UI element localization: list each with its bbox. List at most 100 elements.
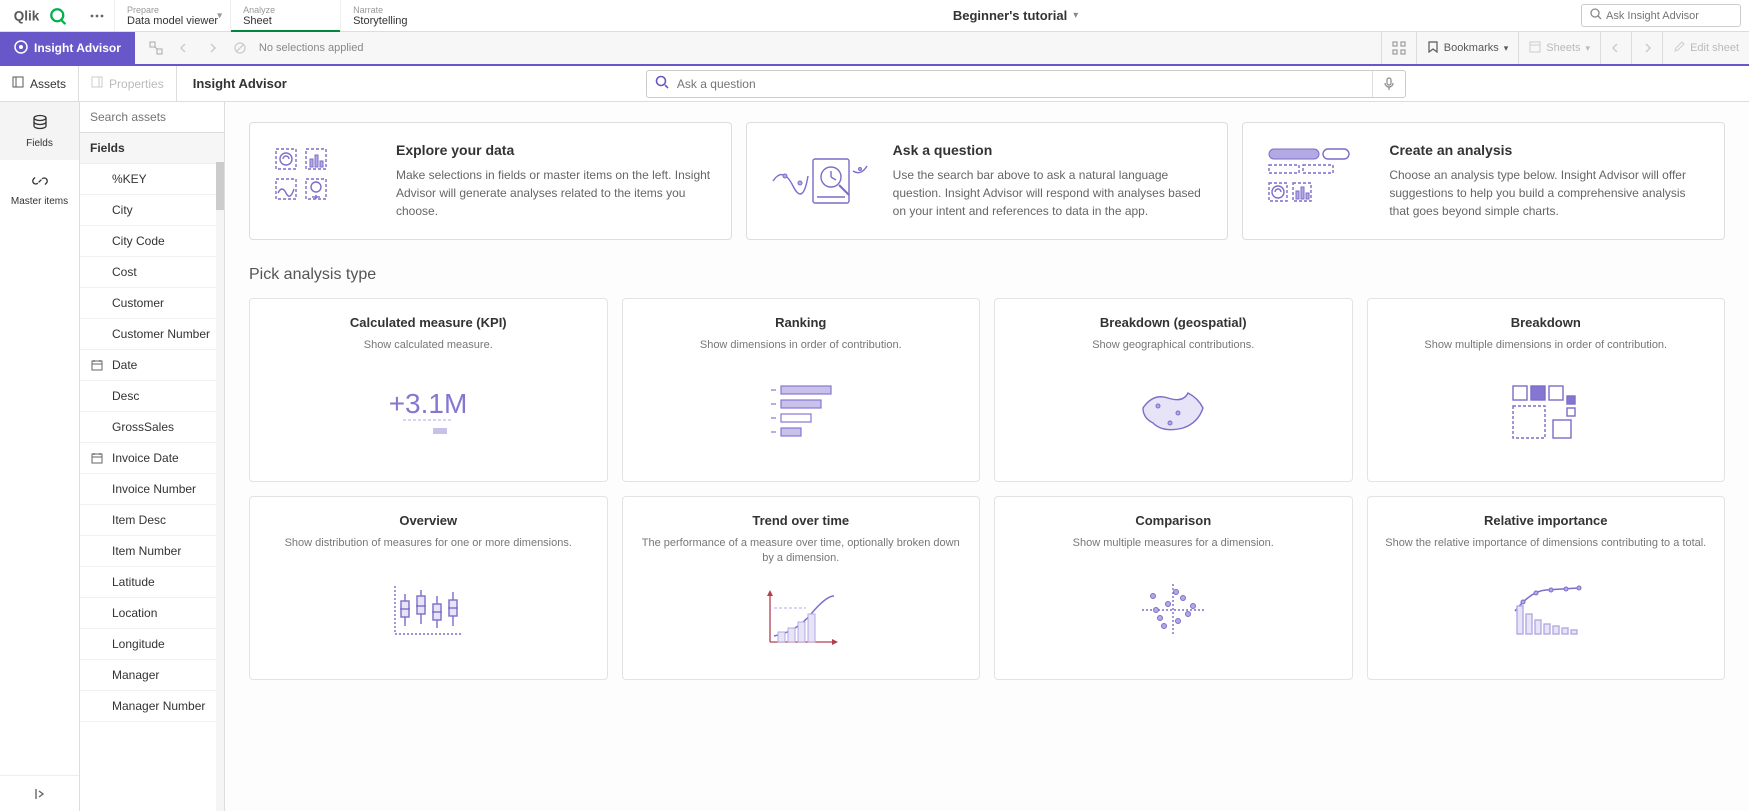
field-item[interactable]: City Code [80,226,224,257]
tab-sub: Narrate [353,5,438,15]
intro-desc: Use the search bar above to ask a natura… [893,166,1210,220]
field-label: Invoice Date [112,451,179,465]
link-icon [31,172,49,193]
rail-label: Fields [26,138,53,149]
field-label: City Code [112,234,165,248]
field-item[interactable]: Item Number [80,536,224,567]
intro-card[interactable]: Create an analysis Choose an analysis typ… [1242,122,1725,240]
tab-analyze[interactable]: Analyze Sheet [230,0,340,31]
analysis-title: Breakdown (geospatial) [1011,315,1336,330]
scrollbar-thumb[interactable] [216,162,224,210]
analysis-title: Comparison [1011,513,1336,528]
rail-label: Master items [11,196,68,207]
analysis-card[interactable]: Calculated measure (KPI) Show calculated … [249,298,608,482]
analysis-illustration [266,559,591,663]
more-icon[interactable] [80,0,114,31]
analysis-title: Breakdown [1384,315,1709,330]
next-sheet-button[interactable] [1631,32,1662,64]
field-item[interactable]: Customer Number [80,319,224,350]
field-item[interactable]: Desc [80,381,224,412]
field-label: Location [112,606,157,620]
search-icon [647,75,677,92]
step-back-icon[interactable] [171,35,197,61]
field-item[interactable]: Location [80,598,224,629]
field-item[interactable]: Invoice Date [80,443,224,474]
analysis-title: Overview [266,513,591,528]
analysis-card[interactable]: Relative importanceShow the relative imp… [1367,496,1726,680]
field-item[interactable]: Item Desc [80,505,224,536]
analysis-card[interactable]: Trend over timeThe performance of a meas… [622,496,981,680]
tab-sub: Analyze [243,5,328,15]
rail-master-items[interactable]: Master items [0,160,79,218]
field-item[interactable]: GrossSales [80,412,224,443]
pick-analysis-title: Pick analysis type [249,266,1725,284]
field-item[interactable]: Manager [80,660,224,691]
field-label: Latitude [112,575,155,589]
analysis-illustration [1384,559,1709,663]
assets-toggle[interactable]: Assets [0,66,79,101]
smart-search-icon[interactable] [143,35,169,61]
sheets-dropdown[interactable]: Sheets ▾ [1518,32,1600,64]
search-icon [1590,8,1602,23]
field-item[interactable]: Longitude [80,629,224,660]
insight-advisor-button[interactable]: Insight Advisor [0,32,135,64]
analysis-desc: Show multiple measures for a dimension. [1011,536,1336,551]
prev-sheet-button[interactable] [1600,32,1631,64]
analysis-card[interactable]: Comparison Show multiple measures for a d… [994,496,1353,680]
chevron-down-icon[interactable]: ▾ [217,10,222,21]
scrollbar-track [216,162,224,811]
sheets-label: Sheets [1546,42,1580,54]
intro-title: Create an analysis [1389,142,1706,158]
intro-illustration [268,141,378,221]
ask-advisor-field[interactable] [1606,10,1732,22]
ask-advisor-input[interactable] [1581,4,1741,27]
field-item[interactable]: City [80,195,224,226]
bookmarks-dropdown[interactable]: Bookmarks ▾ [1416,32,1519,64]
chevron-down-icon: ▾ [1586,43,1591,54]
chevron-down-icon: ▾ [1504,43,1509,54]
field-item[interactable]: Date [80,350,224,381]
analysis-desc: Show calculated measure. [266,338,591,353]
field-item[interactable]: Invoice Number [80,474,224,505]
pencil-icon [1673,41,1685,56]
app-title-dropdown[interactable]: Beginner's tutorial ▾ [450,0,1581,31]
tab-prepare[interactable]: Prepare Data model viewer ▾ [114,0,230,31]
edit-sheet-label: Edit sheet [1690,42,1739,54]
qlik-logo[interactable]: Qlik [0,0,80,31]
rail-fields[interactable]: Fields [0,102,79,160]
field-item[interactable]: Cost [80,257,224,288]
field-item[interactable]: Customer [80,288,224,319]
field-item[interactable]: Manager Number [80,691,224,722]
step-forward-icon[interactable] [199,35,225,61]
field-label: City [112,203,133,217]
assets-search-input[interactable] [80,102,224,132]
intro-desc: Choose an analysis type below. Insight A… [1389,166,1706,220]
intro-card[interactable]: Ask a questionUse the search bar above t… [746,122,1229,240]
analysis-card[interactable]: RankingShow dimensions in order of contr… [622,298,981,482]
field-label: Item Desc [112,513,166,527]
field-item[interactable]: %KEY [80,164,224,195]
analysis-title: Calculated measure (KPI) [266,315,591,330]
analysis-card[interactable]: OverviewShow distribution of measures fo… [249,496,608,680]
tab-sub: Prepare [127,5,218,15]
analysis-illustration [1011,361,1336,465]
intro-card[interactable]: Explore your dataMake selections in fiel… [249,122,732,240]
collapse-rail-icon[interactable] [0,775,79,811]
question-input[interactable] [677,77,1372,91]
calendar-icon [90,359,104,371]
field-label: Invoice Number [112,482,196,496]
edit-sheet-button[interactable]: Edit sheet [1662,32,1749,64]
intro-illustration [1261,141,1371,221]
analysis-card[interactable]: BreakdownShow multiple dimensions in ord… [1367,298,1726,482]
microphone-icon[interactable] [1372,71,1405,97]
analysis-illustration [1384,361,1709,465]
selections-tool-icon[interactable] [1381,32,1416,64]
clear-selections-icon[interactable] [227,35,253,61]
field-item[interactable]: Latitude [80,567,224,598]
selections-status: No selections applied [255,42,364,54]
properties-toggle[interactable]: Properties [79,66,177,101]
analysis-card[interactable]: Breakdown (geospatial)Show geographical … [994,298,1353,482]
assets-label: Assets [30,77,66,91]
tab-narrate[interactable]: Narrate Storytelling [340,0,450,31]
question-search-box[interactable] [646,70,1406,98]
